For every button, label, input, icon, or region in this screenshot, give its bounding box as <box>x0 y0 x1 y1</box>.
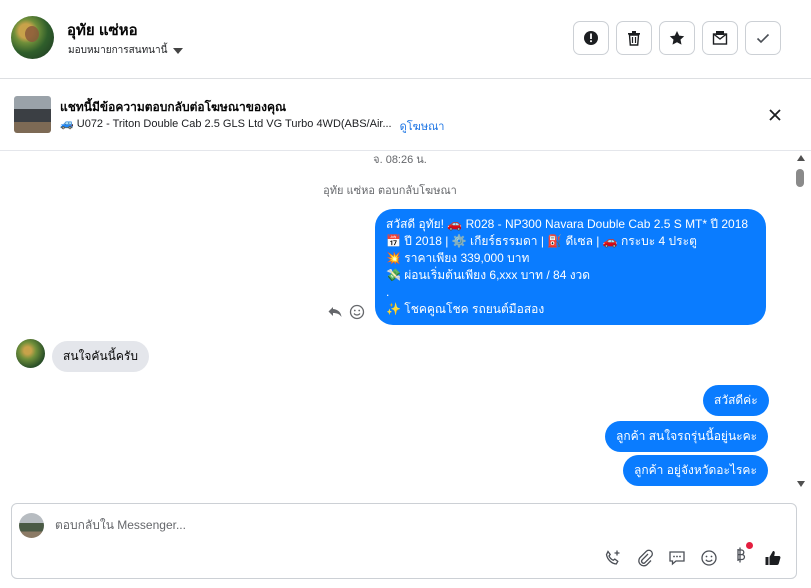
ad-text: 🚙 U072 - Triton Double Cab 2.5 GLS Ltd V… <box>60 118 392 130</box>
attachment-icon[interactable] <box>636 549 654 567</box>
report-button[interactable] <box>573 21 609 55</box>
composer-tools <box>604 542 782 569</box>
ad-message-line: 📅 ปี 2018 | ⚙️ เกียร์ธรรมดา | ⛽ ดีเซล | … <box>386 234 697 248</box>
contact-name[interactable]: อุทัย แซ่หอ <box>67 18 138 42</box>
reply-input[interactable] <box>55 515 555 535</box>
baht-payment-icon <box>737 547 746 563</box>
call-add-icon[interactable] <box>604 549 622 567</box>
outgoing-message-bubble[interactable]: ลูกค้า อยู่จังหวัดอะไรคะ <box>623 455 768 486</box>
assign-conversation-dropdown[interactable]: มอบหมายการสนทนานี้ <box>68 43 184 58</box>
assign-label: มอบหมายการสนทนานี้ <box>68 45 168 56</box>
system-note: อุทัย แซ่หอ ตอบกลับโฆษณา <box>323 185 457 197</box>
page-avatar <box>19 513 44 538</box>
close-icon[interactable] <box>766 106 784 124</box>
emoji-icon[interactable] <box>700 549 718 567</box>
ad-message-line: สวัสดี อุทัย! 🚗 R028 - NP300 Navara Doub… <box>386 217 749 231</box>
header-actions <box>573 21 781 55</box>
ad-thumbnail[interactable] <box>14 96 51 133</box>
payment-tool[interactable] <box>732 542 753 569</box>
done-button[interactable] <box>745 21 781 55</box>
scrollbar-thumb[interactable] <box>796 169 804 187</box>
exclamation-icon <box>584 31 598 45</box>
view-ad-link[interactable]: ดูโฆษณา <box>400 117 445 135</box>
ad-banner-title: แชทนี้มีข้อความตอบกลับต่อโฆษณาของคุณ <box>60 100 287 114</box>
react-emoji-icon[interactable] <box>349 304 365 320</box>
outgoing-message-bubble[interactable]: สวัสดีค่ะ <box>703 385 769 416</box>
message-actions <box>327 304 365 320</box>
message-timestamp: จ. 08:26 น. <box>373 154 427 166</box>
ad-message-bubble[interactable]: สวัสดี อุทัย! 🚗 R028 - NP300 Navara Doub… <box>375 209 766 325</box>
ad-message-line: . <box>386 285 390 299</box>
ad-message-line: 💸 ผ่อนเริ่มต้นเพียง 6,xxx บาท / 84 งวด <box>386 268 591 282</box>
delete-button[interactable] <box>616 21 652 55</box>
contact-avatar[interactable] <box>11 16 54 59</box>
trash-icon <box>628 31 640 46</box>
envelope-icon <box>712 31 728 45</box>
saved-reply-icon[interactable] <box>668 549 686 567</box>
sender-avatar[interactable] <box>16 339 45 368</box>
check-icon <box>756 33 770 44</box>
outgoing-message-bubble[interactable]: ลูกค้า สนใจรถรุ่นนี้อยู่นะคะ <box>605 421 769 452</box>
incoming-message-bubble[interactable]: สนใจคันนี้ครับ <box>52 341 149 372</box>
reply-icon[interactable] <box>327 304 343 320</box>
conversation-header: อุทัย แซ่หอ มอบหมายการสนทนานี้ <box>0 0 811 79</box>
star-button[interactable] <box>659 21 695 55</box>
thread-scrollbar[interactable] <box>795 151 807 492</box>
caret-down-icon <box>173 47 184 54</box>
mark-unread-button[interactable] <box>702 21 738 55</box>
scroll-up-arrow-icon[interactable] <box>797 155 805 161</box>
ad-message-line: ✨ โชคคูณโชค รถยนต์มือสอง <box>386 302 545 316</box>
scroll-down-arrow-icon[interactable] <box>797 481 805 487</box>
thumbs-up-icon[interactable] <box>764 549 782 567</box>
ad-message-line: 💥 ราคาเพียง 339,000 บาท <box>386 251 530 265</box>
ad-banner-details: 🚙 U072 - Triton Double Cab 2.5 GLS Ltd V… <box>60 117 444 135</box>
star-icon <box>669 31 685 45</box>
